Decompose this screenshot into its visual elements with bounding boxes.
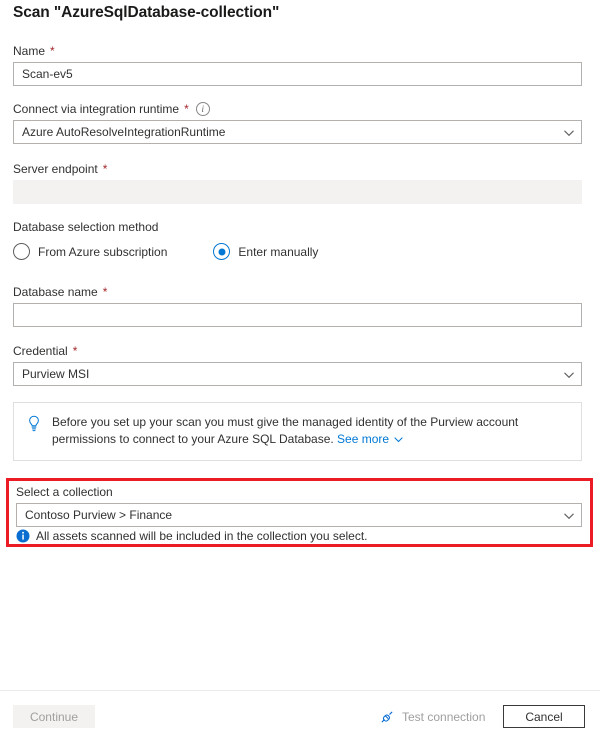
radio-enter-manually[interactable]: Enter manually bbox=[213, 243, 318, 260]
name-input[interactable] bbox=[13, 62, 582, 86]
chevron-down-icon bbox=[563, 510, 574, 520]
server-endpoint-input bbox=[13, 180, 582, 204]
integration-runtime-label-text: Connect via integration runtime bbox=[13, 102, 180, 116]
integration-runtime-value: Azure AutoResolveIntegrationRuntime bbox=[22, 125, 226, 139]
lightbulb-icon bbox=[26, 415, 42, 433]
server-endpoint-required-asterisk: * bbox=[102, 162, 108, 176]
info-circle-icon bbox=[16, 529, 30, 543]
collection-note: All assets scanned will be included in t… bbox=[16, 529, 368, 543]
select-collection-label: Select a collection bbox=[16, 485, 113, 499]
chevron-down-icon bbox=[563, 369, 574, 379]
radio-from-azure-subscription-label: From Azure subscription bbox=[38, 244, 168, 259]
radio-from-azure-subscription[interactable]: From Azure subscription bbox=[13, 243, 167, 260]
database-name-required-asterisk: * bbox=[102, 285, 108, 299]
see-more-link[interactable]: See more bbox=[337, 432, 389, 446]
select-collection-value: Contoso Purview > Finance bbox=[25, 508, 173, 522]
dialog-footer: Continue Test connection Cancel bbox=[0, 691, 600, 738]
info-icon[interactable]: i bbox=[195, 102, 210, 116]
chevron-down-icon bbox=[563, 127, 574, 137]
test-connection-button[interactable]: Test connection bbox=[380, 705, 485, 728]
database-name-input[interactable] bbox=[13, 303, 582, 327]
radio-enter-manually-label: Enter manually bbox=[238, 244, 319, 259]
integration-runtime-dropdown[interactable]: Azure AutoResolveIntegrationRuntime bbox=[13, 120, 582, 144]
database-selection-method-label: Database selection method bbox=[13, 219, 158, 235]
name-label-text: Name bbox=[13, 44, 46, 58]
credential-required-asterisk: * bbox=[72, 344, 78, 358]
credential-field-label: Credential * bbox=[13, 343, 77, 359]
select-collection-dropdown[interactable]: Contoso Purview > Finance bbox=[16, 503, 582, 527]
page-title: Scan "AzureSqlDatabase-collection" bbox=[13, 4, 280, 21]
permissions-tip-text-container: Before you set up your scan you must giv… bbox=[52, 414, 569, 448]
radio-checked-icon bbox=[213, 243, 231, 260]
database-name-field-label: Database name * bbox=[13, 284, 107, 300]
collection-note-text: All assets scanned will be included in t… bbox=[36, 529, 368, 543]
test-connection-label: Test connection bbox=[402, 709, 486, 724]
credential-value: Purview MSI bbox=[22, 367, 90, 381]
database-name-label-text: Database name bbox=[13, 285, 98, 299]
server-endpoint-field-label: Server endpoint * bbox=[13, 161, 107, 177]
server-endpoint-label-text: Server endpoint bbox=[13, 162, 98, 176]
continue-button[interactable]: Continue bbox=[13, 705, 95, 728]
permissions-tip-banner: Before you set up your scan you must giv… bbox=[13, 402, 582, 461]
integration-runtime-required-asterisk: * bbox=[184, 102, 189, 116]
chevron-down-icon[interactable] bbox=[393, 434, 403, 444]
name-field-label: Name * bbox=[13, 43, 55, 59]
permissions-tip-text: Before you set up your scan you must giv… bbox=[52, 415, 519, 446]
credential-dropdown[interactable]: Purview MSI bbox=[13, 362, 582, 386]
integration-runtime-field-label: Connect via integration runtime * i bbox=[13, 101, 210, 117]
database-selection-method-radio-group: From Azure subscription Enter manually bbox=[13, 243, 318, 260]
credential-label-text: Credential bbox=[13, 344, 68, 358]
scan-dialog-panel: Scan "AzureSqlDatabase-collection" Name … bbox=[0, 0, 600, 738]
cancel-button[interactable]: Cancel bbox=[503, 705, 585, 728]
name-required-asterisk: * bbox=[50, 44, 55, 58]
plug-icon bbox=[380, 710, 394, 724]
radio-unchecked-icon bbox=[13, 243, 30, 260]
select-collection-highlight-box: Select a collection Contoso Purview > Fi… bbox=[6, 478, 593, 547]
database-selection-method-label-text: Database selection method bbox=[13, 220, 159, 234]
